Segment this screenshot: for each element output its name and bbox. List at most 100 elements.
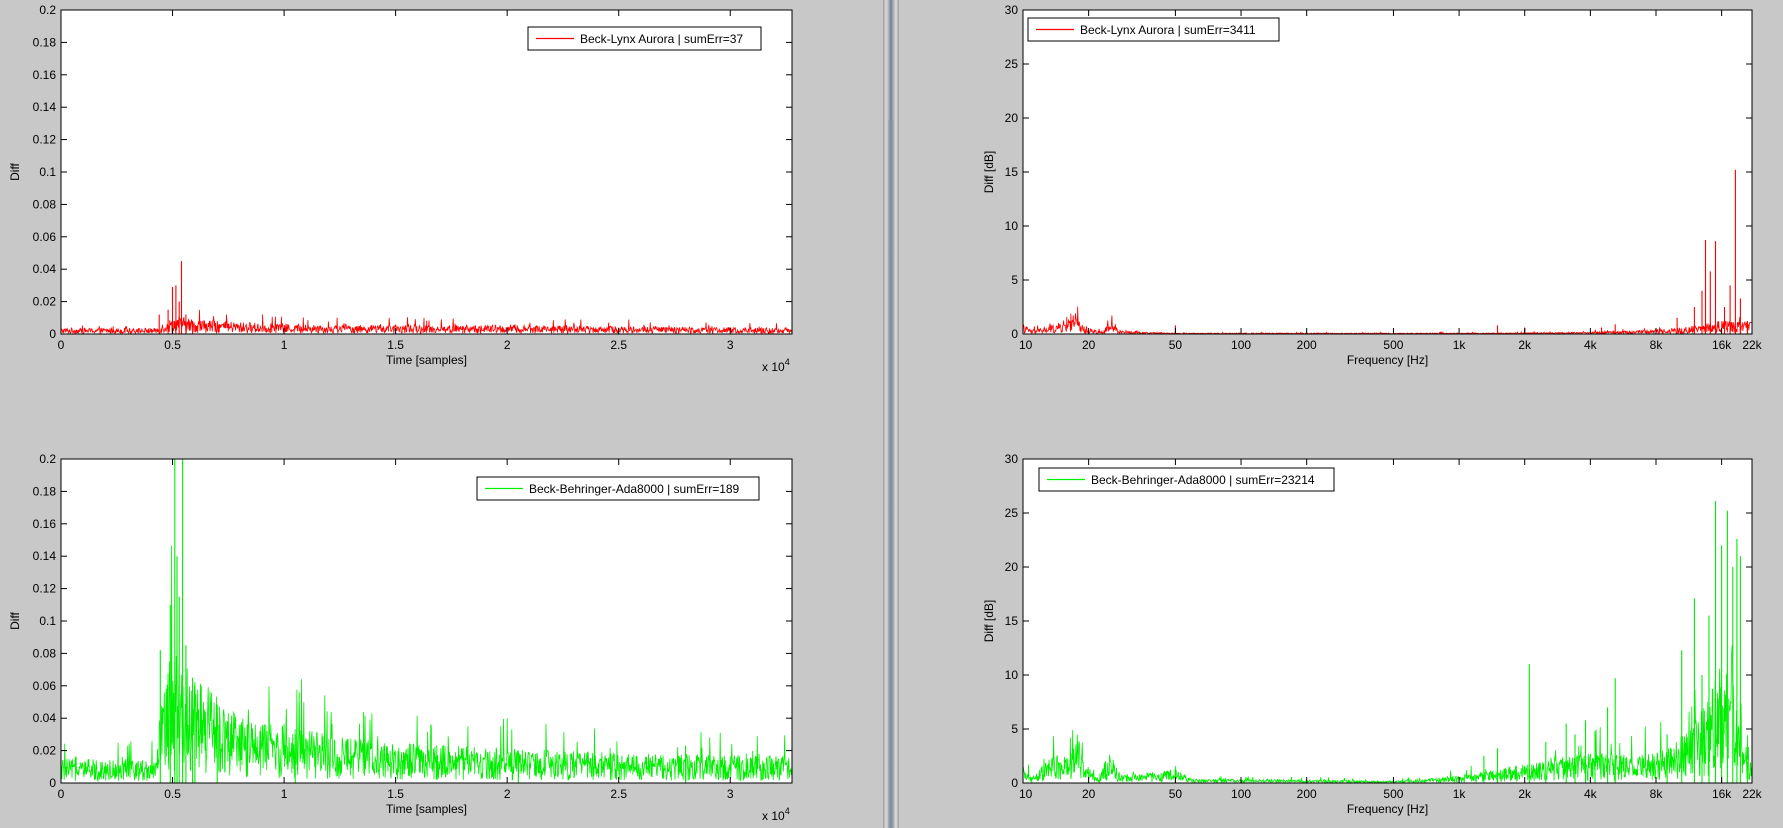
y-tick-label: 0.16 [33, 517, 57, 531]
x-axis-multiplier-base: x 10 [762, 360, 785, 374]
x-axis-multiplier-base: x 10 [762, 809, 785, 823]
legend-label: Beck-Behringer-Ada8000 | sumErr=23214 [1091, 473, 1315, 487]
x-tick-label: 2.5 [610, 338, 627, 352]
x-axis-label: Frequency [Hz] [1347, 353, 1428, 367]
splitter-bar[interactable] [883, 0, 899, 828]
y-tick-label: 0.2 [39, 452, 56, 466]
plot-area [61, 10, 792, 334]
y-tick-label: 0.08 [33, 646, 57, 660]
y-axis-label: Diff [dB] [982, 151, 996, 193]
y-tick-label: 0.12 [33, 582, 57, 596]
y-tick-label: 5 [1011, 273, 1018, 287]
y-tick-label: 0.1 [39, 165, 56, 179]
y-tick-label: 30 [1005, 452, 1019, 466]
chart-panel-3: 0 0.02 0.04 0.06 0.08 0.1 0.12 0.14 0.16 0.18 0.2 0… [8, 452, 793, 823]
x-tick-label: 50 [1169, 787, 1183, 801]
plot-area [1023, 459, 1752, 783]
x-tick-label: 2.5 [610, 787, 627, 801]
y-tick-label: 0.1 [39, 614, 56, 628]
y-tick-label: 0.04 [33, 711, 57, 725]
x-tick-label: 0 [58, 787, 65, 801]
legend-label: Beck-Lynx Aurora | sumErr=3411 [1080, 23, 1256, 37]
legend: Beck-Lynx Aurora | sumErr=3411 [1027, 17, 1280, 42]
legend: Beck-Lynx Aurora | sumErr=37 [527, 26, 762, 51]
chart-panel-2: 0 5 10 15 20 25 30 10 20 50 100 200 500 1k 2k 4k 8k 16k 22… [982, 3, 1763, 367]
x-tick-label: 20 [1082, 338, 1096, 352]
y-tick-label: 0.06 [33, 230, 57, 244]
splitter-grip[interactable] [888, 120, 894, 828]
y-tick-label: 5 [1011, 722, 1018, 736]
y-tick-label: 0.02 [33, 295, 57, 309]
x-tick-label: 0.5 [164, 787, 181, 801]
x-tick-label: 22k [1742, 787, 1762, 801]
x-axis-label: Frequency [Hz] [1347, 802, 1428, 816]
legend: Beck-Behringer-Ada8000 | sumErr=189 [476, 476, 760, 501]
x-tick-label: 100 [1231, 787, 1251, 801]
y-tick-label: 0.04 [33, 262, 57, 276]
x-tick-label: 20 [1082, 787, 1096, 801]
x-tick-label: 22k [1742, 338, 1762, 352]
y-tick-label: 0 [49, 327, 56, 341]
x-tick-label: 200 [1297, 338, 1317, 352]
y-tick-label: 25 [1005, 506, 1019, 520]
y-tick-label: 10 [1005, 219, 1019, 233]
y-tick-label: 0 [1011, 776, 1018, 790]
y-tick-label: 15 [1005, 614, 1019, 628]
x-tick-label: 1.5 [387, 787, 404, 801]
y-axis-label: Diff [8, 611, 22, 629]
legend-label: Beck-Lynx Aurora | sumErr=37 [580, 32, 743, 46]
y-tick-label: 0.02 [33, 744, 57, 758]
y-tick-label: 20 [1005, 560, 1019, 574]
y-tick-label: 0.06 [33, 679, 57, 693]
x-tick-label: 3 [727, 338, 734, 352]
y-axis-label: Diff [dB] [982, 600, 996, 642]
y-tick-label: 20 [1005, 111, 1019, 125]
plot-area [1023, 10, 1752, 334]
x-axis-label: Time [samples] [386, 802, 467, 816]
x-tick-label: 1 [281, 338, 288, 352]
y-tick-label: 10 [1005, 668, 1019, 682]
x-axis-multiplier-exponent: 4 [785, 357, 790, 367]
x-tick-label: 4k [1584, 338, 1598, 352]
x-tick-label: 2k [1518, 338, 1532, 352]
chart-panel-1: 0 0.02 0.04 0.06 0.08 0.1 0.12 0.14 0.16 0.18 0.2 0… [8, 3, 793, 374]
legend: Beck-Behringer-Ada8000 | sumErr=23214 [1038, 467, 1335, 492]
x-tick-label: 500 [1383, 338, 1403, 352]
y-tick-label: 0.18 [33, 35, 57, 49]
x-axis-multiplier-exponent: 4 [785, 806, 790, 816]
x-tick-label: 16k [1712, 338, 1732, 352]
y-tick-label: 0.16 [33, 68, 57, 82]
y-tick-label: 15 [1005, 165, 1019, 179]
x-tick-label: 3 [727, 787, 734, 801]
x-axis-multiplier: x 104 [762, 357, 790, 374]
x-tick-label: 1.5 [387, 338, 404, 352]
x-tick-label: 1k [1453, 787, 1467, 801]
x-tick-label: 2k [1518, 787, 1532, 801]
y-tick-label: 0 [1011, 327, 1018, 341]
x-tick-label: 0 [58, 338, 65, 352]
y-tick-label: 0.18 [33, 484, 57, 498]
y-tick-label: 0.14 [33, 549, 57, 563]
x-tick-label: 8k [1650, 787, 1664, 801]
x-axis-multiplier: x 104 [762, 806, 790, 823]
x-tick-label: 50 [1169, 338, 1183, 352]
x-tick-label: 10 [1019, 338, 1033, 352]
x-tick-label: 1k [1453, 338, 1467, 352]
x-tick-label: 2 [504, 787, 511, 801]
x-tick-label: 16k [1712, 787, 1732, 801]
y-tick-label: 25 [1005, 57, 1019, 71]
chart-panel-4: 0 5 10 15 20 25 30 10 20 50 100 200 500 1k 2k 4k 8k 16k 22… [982, 452, 1763, 816]
x-tick-label: 8k [1650, 338, 1664, 352]
x-tick-label: 10 [1019, 787, 1033, 801]
y-tick-label: 30 [1005, 3, 1019, 17]
x-tick-label: 2 [504, 338, 511, 352]
y-tick-label: 0.2 [39, 3, 56, 17]
x-tick-label: 0.5 [164, 338, 181, 352]
y-tick-label: 0 [49, 776, 56, 790]
x-tick-label: 500 [1383, 787, 1403, 801]
legend-label: Beck-Behringer-Ada8000 | sumErr=189 [529, 482, 740, 496]
x-tick-label: 100 [1231, 338, 1251, 352]
y-axis-label: Diff [8, 162, 22, 180]
x-axis-label: Time [samples] [386, 353, 467, 367]
y-tick-label: 0.12 [33, 133, 57, 147]
